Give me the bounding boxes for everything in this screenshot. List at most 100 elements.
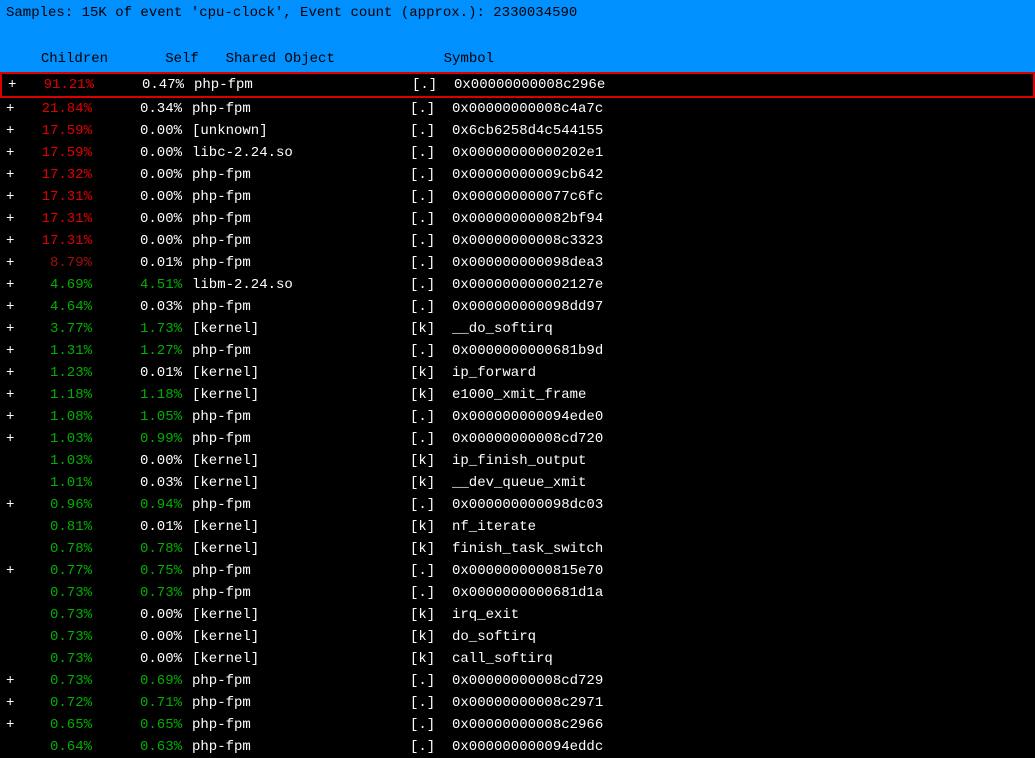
perf-row[interactable]: 0.81%0.01% [kernel][k]nf_iterate xyxy=(0,516,1035,538)
expand-toggle[interactable]: + xyxy=(6,384,24,406)
perf-row[interactable]: 1.03%0.00% [kernel][k]ip_finish_output xyxy=(0,450,1035,472)
expand-toggle[interactable]: + xyxy=(6,362,24,384)
perf-row[interactable]: 0.73%0.00% [kernel][k]do_softirq xyxy=(0,626,1035,648)
expand-toggle[interactable]: + xyxy=(6,274,24,296)
symbol-name: 0x00000000008c296e xyxy=(454,74,605,96)
shared-object: php-fpm xyxy=(192,186,410,208)
perf-row[interactable]: +8.79%0.01% php-fpm[.]0x000000000098dea3 xyxy=(0,252,1035,274)
children-percent: 1.23% xyxy=(24,362,102,384)
perf-row[interactable]: +0.77%0.75% php-fpm[.]0x0000000000815e70 xyxy=(0,560,1035,582)
symbol-type-bracket: [k] xyxy=(410,648,452,670)
perf-row[interactable]: +0.65%0.65% php-fpm[.]0x00000000008c2966 xyxy=(0,714,1035,736)
expand-toggle[interactable]: + xyxy=(6,494,24,516)
expand-toggle[interactable]: + xyxy=(6,428,24,450)
perf-row[interactable]: +3.77%1.73% [kernel][k]__do_softirq xyxy=(0,318,1035,340)
perf-row[interactable]: +1.18%1.18% [kernel][k]e1000_xmit_frame xyxy=(0,384,1035,406)
expand-toggle[interactable]: + xyxy=(6,714,24,736)
children-percent: 4.64% xyxy=(24,296,102,318)
perf-row[interactable]: +1.31%1.27% php-fpm[.]0x0000000000681b9d xyxy=(0,340,1035,362)
symbol-type-bracket: [.] xyxy=(410,120,452,142)
symbol-name: nf_iterate xyxy=(452,516,536,538)
self-percent: 0.73% xyxy=(102,582,192,604)
shared-object: php-fpm xyxy=(192,428,410,450)
expand-toggle[interactable]: + xyxy=(6,208,24,230)
shared-object: [kernel] xyxy=(192,538,410,560)
expand-toggle[interactable] xyxy=(6,604,24,626)
column-headers: ChildrenSelf Shared ObjectSymbol xyxy=(0,26,1035,72)
perf-row[interactable]: 0.73%0.00% [kernel][k]irq_exit xyxy=(0,604,1035,626)
perf-row[interactable]: +17.31%0.00% php-fpm[.]0x000000000077c6f… xyxy=(0,186,1035,208)
self-percent: 0.00% xyxy=(102,450,192,472)
expand-toggle[interactable] xyxy=(6,450,24,472)
perf-row[interactable]: +91.21%0.47% php-fpm[.]0x00000000008c296… xyxy=(0,72,1035,98)
perf-row[interactable]: 0.73%0.73% php-fpm[.]0x0000000000681d1a xyxy=(0,582,1035,604)
symbol-name: do_softirq xyxy=(452,626,536,648)
expand-toggle[interactable]: + xyxy=(6,252,24,274)
expand-toggle[interactable]: + xyxy=(6,318,24,340)
perf-row[interactable]: +17.59%0.00% [unknown][.]0x6cb6258d4c544… xyxy=(0,120,1035,142)
col-header-children[interactable]: Children xyxy=(23,48,119,70)
perf-row[interactable]: +17.31%0.00% php-fpm[.]0x00000000008c332… xyxy=(0,230,1035,252)
children-percent: 17.31% xyxy=(24,230,102,252)
expand-toggle[interactable]: + xyxy=(6,98,24,120)
expand-toggle[interactable] xyxy=(6,582,24,604)
perf-row[interactable]: +4.64%0.03% php-fpm[.]0x000000000098dd97 xyxy=(0,296,1035,318)
expand-toggle[interactable]: + xyxy=(6,406,24,428)
children-percent: 0.73% xyxy=(24,582,102,604)
expand-toggle[interactable]: + xyxy=(8,74,26,96)
col-header-symbol[interactable]: Symbol xyxy=(444,48,494,70)
col-header-self[interactable]: Self xyxy=(119,48,209,70)
perf-row[interactable]: +1.08%1.05% php-fpm[.]0x000000000094ede0 xyxy=(0,406,1035,428)
perf-report-rows: +91.21%0.47% php-fpm[.]0x00000000008c296… xyxy=(0,72,1035,758)
perf-row[interactable]: +1.23%0.01% [kernel][k]ip_forward xyxy=(0,362,1035,384)
symbol-type-bracket: [k] xyxy=(410,384,452,406)
expand-toggle[interactable] xyxy=(6,472,24,494)
shared-object: [kernel] xyxy=(192,362,410,384)
perf-row[interactable]: +17.31%0.00% php-fpm[.]0x000000000082bf9… xyxy=(0,208,1035,230)
perf-row[interactable]: 1.01%0.03% [kernel][k]__dev_queue_xmit xyxy=(0,472,1035,494)
children-percent: 0.96% xyxy=(24,494,102,516)
expand-toggle[interactable]: + xyxy=(6,692,24,714)
children-percent: 0.81% xyxy=(24,516,102,538)
perf-row[interactable]: +0.96%0.94% php-fpm[.]0x000000000098dc03 xyxy=(0,494,1035,516)
perf-row[interactable]: +4.69%4.51% libm-2.24.so[.]0x00000000000… xyxy=(0,274,1035,296)
expand-toggle[interactable]: + xyxy=(6,230,24,252)
expand-toggle[interactable] xyxy=(6,516,24,538)
col-header-shared[interactable]: Shared Object xyxy=(226,48,444,70)
expand-toggle[interactable]: + xyxy=(6,340,24,362)
self-percent: 0.78% xyxy=(102,538,192,560)
children-percent: 21.84% xyxy=(24,98,102,120)
perf-row[interactable]: 0.78%0.78% [kernel][k]finish_task_switch xyxy=(0,538,1035,560)
children-percent: 4.69% xyxy=(24,274,102,296)
expand-toggle[interactable]: + xyxy=(6,164,24,186)
expand-toggle[interactable]: + xyxy=(6,296,24,318)
children-percent: 0.73% xyxy=(24,604,102,626)
perf-row[interactable]: 0.73%0.00% [kernel][k]call_softirq xyxy=(0,648,1035,670)
expand-toggle[interactable] xyxy=(6,736,24,758)
expand-toggle[interactable]: + xyxy=(6,142,24,164)
perf-row[interactable]: +0.72%0.71% php-fpm[.]0x00000000008c2971 xyxy=(0,692,1035,714)
symbol-name: 0x6cb6258d4c544155 xyxy=(452,120,603,142)
children-percent: 8.79% xyxy=(24,252,102,274)
self-percent: 0.63% xyxy=(102,736,192,758)
children-percent: 1.18% xyxy=(24,384,102,406)
expand-toggle[interactable] xyxy=(6,626,24,648)
perf-row[interactable]: +21.84%0.34% php-fpm[.]0x00000000008c4a7… xyxy=(0,98,1035,120)
shared-object: php-fpm xyxy=(192,340,410,362)
expand-toggle[interactable] xyxy=(6,538,24,560)
perf-row[interactable]: +1.03%0.99% php-fpm[.]0x00000000008cd720 xyxy=(0,428,1035,450)
shared-object: php-fpm xyxy=(192,252,410,274)
children-percent: 0.77% xyxy=(24,560,102,582)
expand-toggle[interactable] xyxy=(6,648,24,670)
perf-row[interactable]: +17.32%0.00% php-fpm[.]0x00000000009cb64… xyxy=(0,164,1035,186)
self-percent: 0.00% xyxy=(102,208,192,230)
perf-row[interactable]: +0.73%0.69% php-fpm[.]0x00000000008cd729 xyxy=(0,670,1035,692)
expand-toggle[interactable]: + xyxy=(6,120,24,142)
expand-toggle[interactable]: + xyxy=(6,670,24,692)
perf-row[interactable]: 0.64%0.63% php-fpm[.]0x000000000094eddc xyxy=(0,736,1035,758)
expand-toggle[interactable]: + xyxy=(6,186,24,208)
perf-row[interactable]: +17.59%0.00% libc-2.24.so[.]0x0000000000… xyxy=(0,142,1035,164)
expand-toggle[interactable]: + xyxy=(6,560,24,582)
children-percent: 17.32% xyxy=(24,164,102,186)
symbol-name: 0x0000000000815e70 xyxy=(452,560,603,582)
